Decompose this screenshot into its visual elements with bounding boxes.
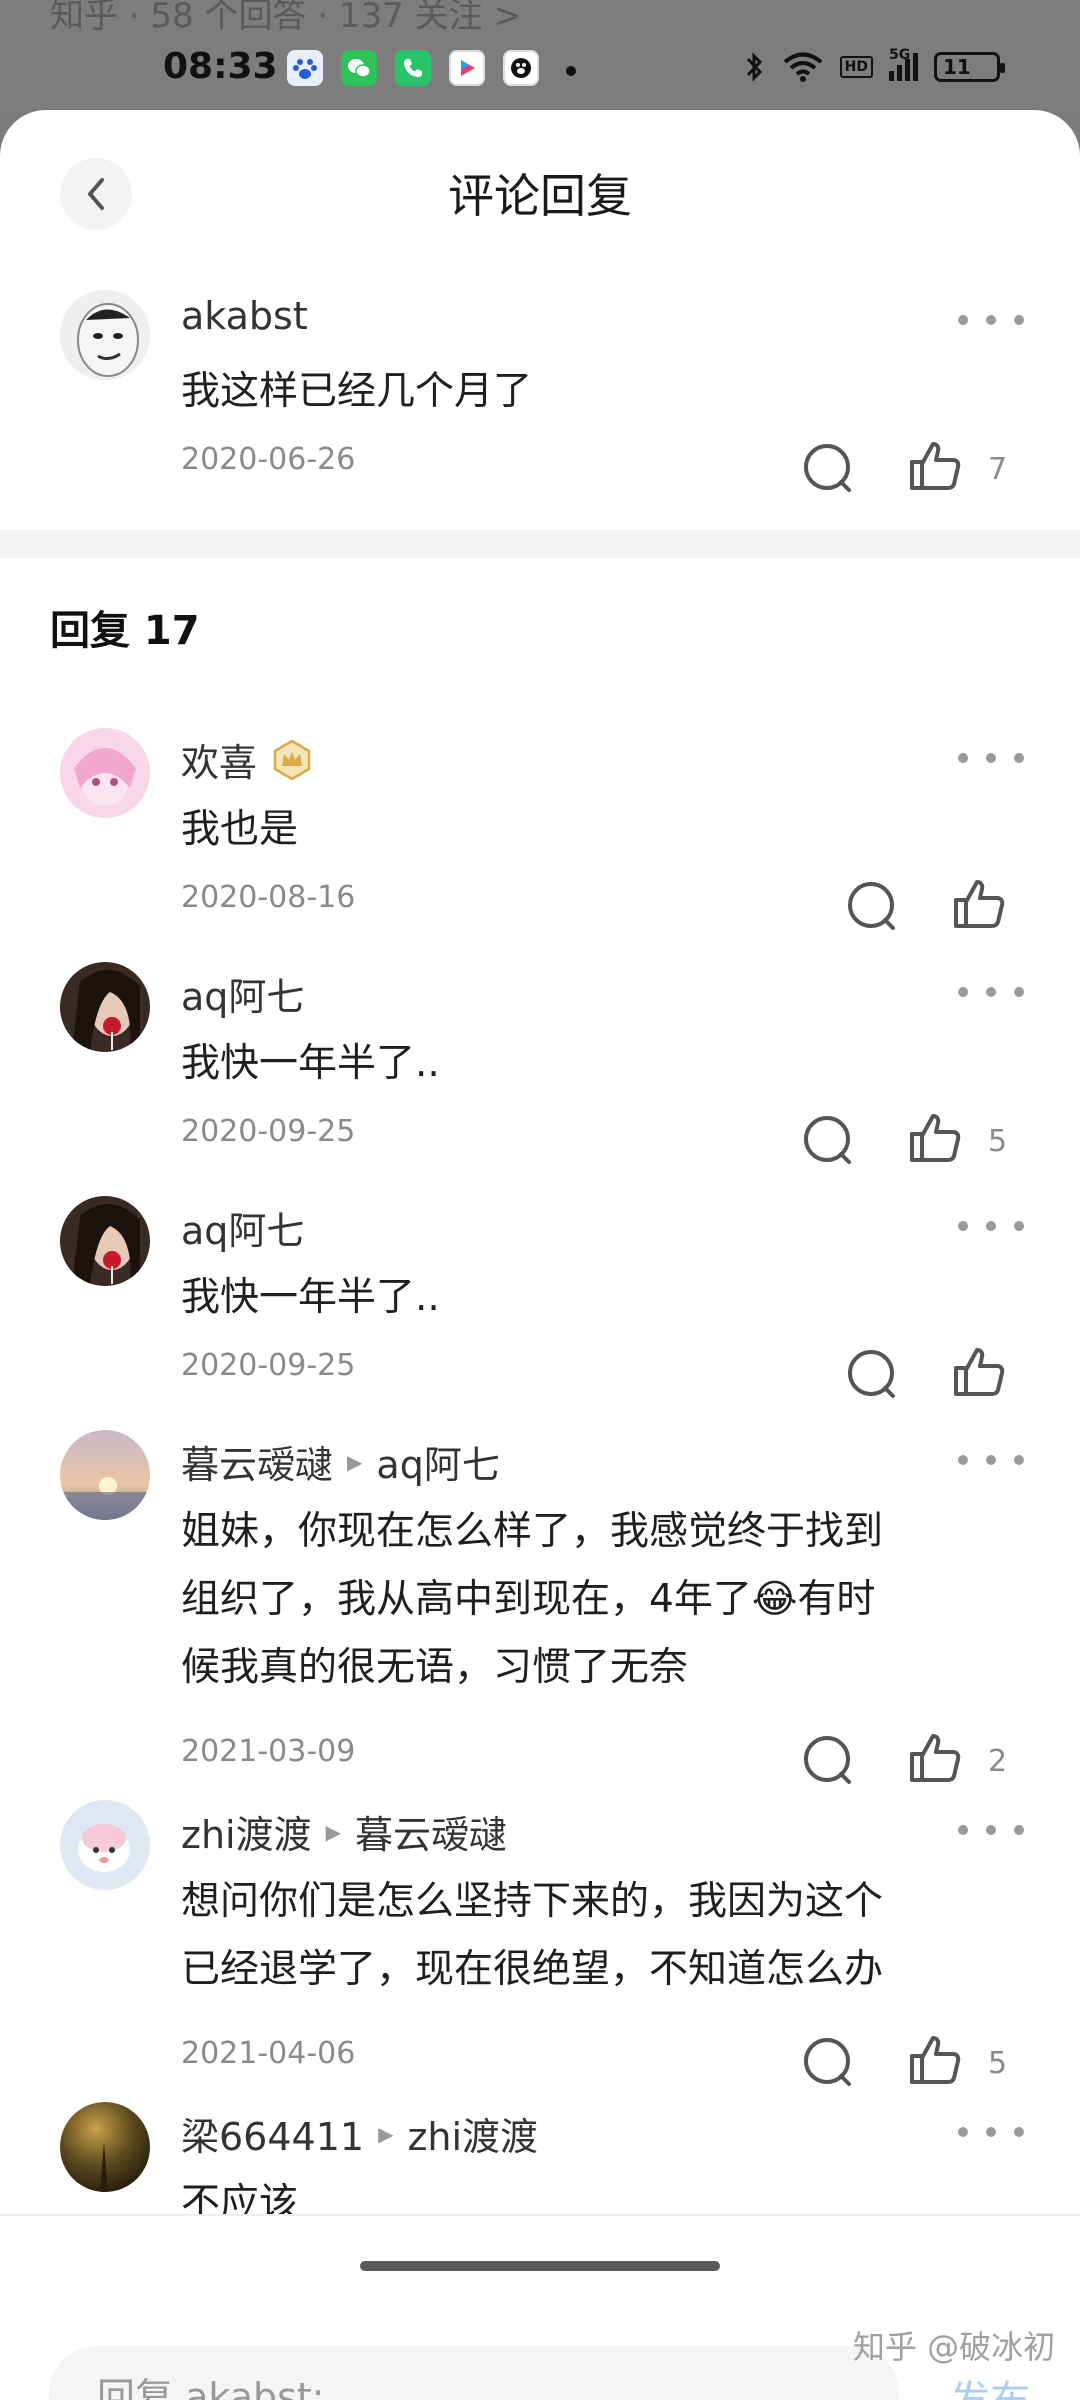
status-time: 08:33 bbox=[163, 46, 278, 87]
comment-text: 我这样已经几个月了 bbox=[181, 369, 533, 414]
like-icon[interactable] bbox=[906, 1730, 962, 1786]
notification-icons bbox=[287, 50, 539, 86]
avatar[interactable] bbox=[60, 1800, 150, 1890]
like-count: 7 bbox=[988, 452, 1008, 487]
avatar[interactable] bbox=[60, 962, 150, 1052]
more-options-button[interactable] bbox=[958, 1450, 1024, 1470]
like-icon[interactable] bbox=[906, 438, 962, 494]
more-notifications-dot bbox=[566, 66, 576, 76]
crown-badge-icon bbox=[273, 739, 311, 780]
reply-to-username[interactable]: aq阿七 bbox=[376, 1434, 499, 1489]
like-count: 2 bbox=[988, 1744, 1008, 1779]
like-icon[interactable] bbox=[950, 1344, 1006, 1400]
hd-badge: HD bbox=[839, 56, 873, 78]
reply-text: 我快一年半了.. bbox=[181, 1275, 440, 1320]
reply-input-bar: 回复 akabst: 发布 bbox=[0, 2214, 1080, 2400]
baidu-app-icon bbox=[287, 50, 323, 86]
battery-indicator: 11 bbox=[934, 52, 1005, 82]
reply-username[interactable]: 暮云叆叇 ▶ aq阿七 bbox=[181, 1434, 500, 1489]
reply-date: 2021-03-09 bbox=[181, 1734, 356, 1769]
watermark: 知乎 @破冰初 bbox=[853, 2328, 1056, 2366]
more-options-button[interactable] bbox=[958, 310, 1024, 330]
youku-app-icon bbox=[449, 50, 485, 86]
phone-app-icon bbox=[395, 50, 431, 86]
page-title: 评论回复 bbox=[448, 169, 632, 223]
signal-icon: 5G bbox=[889, 47, 918, 81]
like-icon[interactable] bbox=[950, 876, 1006, 932]
comment-username[interactable]: akabst bbox=[181, 294, 308, 338]
reply-input[interactable]: 回复 akabst: bbox=[49, 2346, 899, 2400]
replies-count-heading: 回复 17 bbox=[50, 608, 200, 654]
reply-username[interactable]: zhi渡渡 ▶ 暮云叆叇 bbox=[181, 1804, 507, 1859]
reply-to-arrow-icon: ▶ bbox=[347, 1449, 363, 1474]
more-options-button[interactable] bbox=[958, 748, 1024, 768]
like-icon[interactable] bbox=[906, 2032, 962, 2088]
wechat-app-icon bbox=[341, 50, 377, 86]
reply-date: 2021-04-06 bbox=[181, 2036, 356, 2071]
home-indicator[interactable] bbox=[360, 2261, 720, 2271]
reply-bubble-icon[interactable] bbox=[843, 1346, 899, 1402]
like-icon[interactable] bbox=[906, 1110, 962, 1166]
paw-app-icon bbox=[503, 50, 539, 86]
like-count: 5 bbox=[988, 2046, 1008, 2081]
reply-to-username[interactable]: 暮云叆叇 bbox=[355, 1804, 507, 1859]
wifi-icon bbox=[783, 52, 822, 82]
reply-date: 2020-08-16 bbox=[181, 880, 356, 915]
reply-to-arrow-icon: ▶ bbox=[325, 1819, 341, 1844]
reply-username[interactable]: aq阿七 bbox=[181, 1200, 304, 1255]
reply-bubble-icon[interactable] bbox=[799, 1112, 855, 1168]
background-question-info: 知乎 · 58 个回答 · 137 关注 > bbox=[50, 0, 522, 36]
reply-text: 我也是 bbox=[181, 807, 299, 852]
reply-date: 2020-09-25 bbox=[181, 1114, 356, 1149]
reply-username[interactable]: 欢喜 bbox=[181, 732, 313, 787]
reply-text: 想问你们是怎么坚持下来的，我因为这个 已经退学了，现在很绝望，不知道怎么办 bbox=[181, 1879, 884, 1992]
reply-bubble-icon[interactable] bbox=[843, 878, 899, 934]
reply-username[interactable]: 梁664411 ▶ zhi渡渡 bbox=[181, 2106, 538, 2161]
reply-bubble-icon[interactable] bbox=[799, 1732, 855, 1788]
publish-button[interactable]: 发布 bbox=[950, 2368, 1030, 2400]
reply-to-username[interactable]: zhi渡渡 bbox=[407, 2106, 538, 2161]
avatar[interactable] bbox=[60, 728, 150, 818]
reply-to-arrow-icon: ▶ bbox=[378, 2121, 394, 2146]
reply-date: 2020-09-25 bbox=[181, 1348, 356, 1383]
comment-reply-sheet: 评论回复 akabst 我这样已经几个月了 2020-06-26 7 回复 17… bbox=[0, 110, 1080, 2400]
status-bar: 08:33 HD 5G 11 bbox=[0, 40, 1080, 100]
section-divider bbox=[0, 530, 1080, 558]
avatar[interactable] bbox=[60, 1430, 150, 1520]
reply-bubble-icon[interactable] bbox=[799, 440, 855, 496]
comment-date: 2020-06-26 bbox=[181, 442, 356, 477]
avatar[interactable] bbox=[60, 1196, 150, 1286]
more-options-button[interactable] bbox=[958, 2122, 1024, 2142]
reply-text: 我快一年半了.. bbox=[181, 1041, 440, 1086]
more-options-button[interactable] bbox=[958, 1216, 1024, 1236]
avatar[interactable] bbox=[60, 2102, 150, 2192]
avatar[interactable] bbox=[60, 290, 150, 380]
more-options-button[interactable] bbox=[958, 982, 1024, 1002]
reply-bubble-icon[interactable] bbox=[799, 2034, 855, 2090]
bluetooth-icon bbox=[746, 52, 762, 82]
more-options-button[interactable] bbox=[958, 1820, 1024, 1840]
like-count: 5 bbox=[988, 1124, 1008, 1159]
system-icons: HD 5G 11 bbox=[744, 47, 1005, 84]
reply-text: 姐妹，你现在怎么样了，我感觉终于找到 组织了，我从高中到现在，4年了😂有时 候我… bbox=[181, 1509, 884, 1690]
battery-level: 11 bbox=[943, 55, 971, 79]
reply-username[interactable]: aq阿七 bbox=[181, 966, 304, 1021]
network-type-label: 5G bbox=[889, 47, 911, 63]
